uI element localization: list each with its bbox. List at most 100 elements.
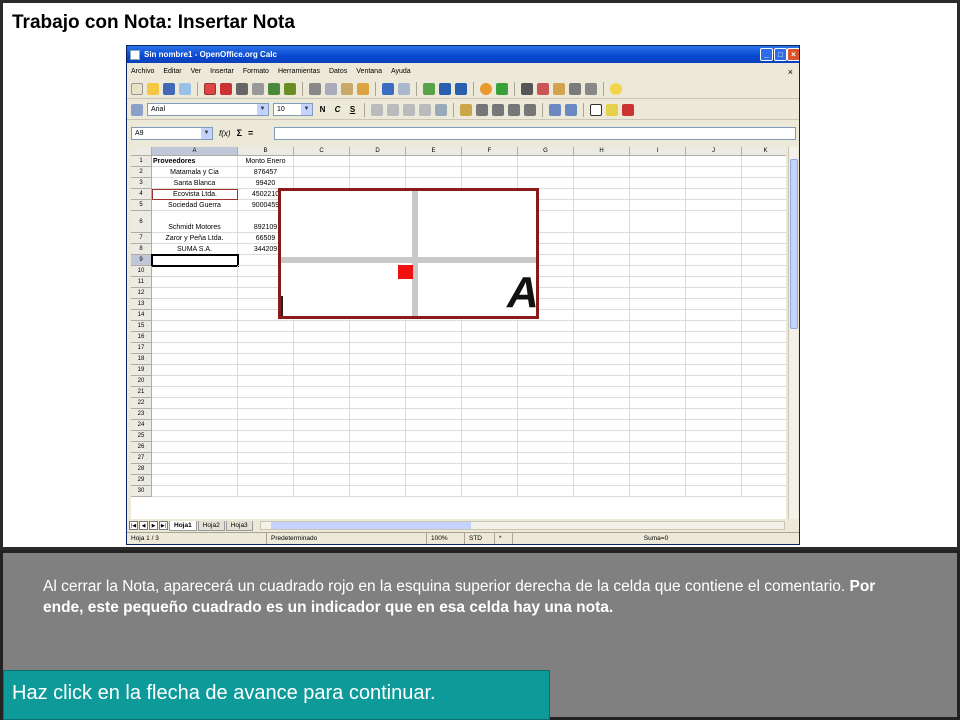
menu-ver[interactable]: Ver bbox=[191, 68, 202, 75]
status-zoom[interactable]: 100% bbox=[427, 533, 465, 544]
grid-cell[interactable] bbox=[406, 486, 462, 497]
grid-cell[interactable] bbox=[630, 211, 686, 233]
grid-cell[interactable] bbox=[462, 156, 518, 167]
paste-icon[interactable] bbox=[341, 82, 353, 95]
grid-cell[interactable] bbox=[350, 486, 406, 497]
vertical-scrollbar[interactable] bbox=[788, 147, 798, 519]
grid-cell[interactable] bbox=[152, 442, 238, 453]
row-header[interactable]: 26 bbox=[131, 442, 152, 453]
grid-cell[interactable] bbox=[630, 453, 686, 464]
grid-cell[interactable] bbox=[350, 431, 406, 442]
grid-cell[interactable] bbox=[686, 178, 742, 189]
grid-cell[interactable]: SUMA S.A. bbox=[152, 244, 238, 255]
open-folder-icon[interactable] bbox=[147, 82, 159, 95]
grid-cell[interactable] bbox=[630, 409, 686, 420]
grid-cell[interactable] bbox=[462, 453, 518, 464]
menu-formato[interactable]: Formato bbox=[243, 68, 269, 75]
grid-cell[interactable] bbox=[742, 343, 786, 354]
row-header[interactable]: 17 bbox=[131, 343, 152, 354]
cut-icon[interactable] bbox=[309, 82, 321, 95]
grid-cell[interactable] bbox=[350, 409, 406, 420]
grid-cell[interactable] bbox=[462, 376, 518, 387]
grid-cell[interactable] bbox=[686, 442, 742, 453]
row-header[interactable]: 25 bbox=[131, 431, 152, 442]
grid-cell[interactable] bbox=[742, 200, 786, 211]
grid-cell[interactable] bbox=[742, 332, 786, 343]
grid-cell[interactable] bbox=[630, 200, 686, 211]
grid-cell[interactable]: Schmidt Motores bbox=[152, 211, 238, 233]
grid-cell[interactable]: 876457 bbox=[238, 167, 294, 178]
grid-cell[interactable] bbox=[574, 200, 630, 211]
grid-cell[interactable] bbox=[574, 442, 630, 453]
grid-cell[interactable] bbox=[630, 420, 686, 431]
grid-cell[interactable] bbox=[518, 376, 574, 387]
grid-cell[interactable] bbox=[742, 376, 786, 387]
grid-cell[interactable] bbox=[742, 365, 786, 376]
grid-cell[interactable] bbox=[574, 178, 630, 189]
sort-ascending-icon[interactable] bbox=[439, 82, 451, 95]
column-header[interactable]: D bbox=[350, 147, 406, 156]
grid-cell[interactable] bbox=[462, 398, 518, 409]
grid-cell[interactable] bbox=[294, 156, 350, 167]
show-draw-icon[interactable] bbox=[496, 82, 508, 95]
currency-format-icon[interactable] bbox=[460, 103, 472, 116]
row-header[interactable]: 10 bbox=[131, 266, 152, 277]
formula-input[interactable] bbox=[274, 127, 796, 140]
grid-cell[interactable] bbox=[462, 431, 518, 442]
row-header[interactable]: 18 bbox=[131, 354, 152, 365]
email-icon[interactable] bbox=[179, 82, 191, 95]
grid-cell[interactable] bbox=[406, 376, 462, 387]
grid-cell[interactable] bbox=[518, 321, 574, 332]
grid-cell[interactable] bbox=[686, 321, 742, 332]
grid-cell[interactable] bbox=[294, 354, 350, 365]
row-header[interactable]: 13 bbox=[131, 299, 152, 310]
align-left-icon[interactable] bbox=[371, 103, 383, 116]
menu-datos[interactable]: Datos bbox=[329, 68, 347, 75]
row-header[interactable]: 2 bbox=[131, 167, 152, 178]
grid-cell[interactable] bbox=[630, 376, 686, 387]
copy-icon[interactable] bbox=[325, 82, 337, 95]
grid-cell[interactable] bbox=[294, 453, 350, 464]
grid-cell[interactable] bbox=[574, 277, 630, 288]
autospell-icon[interactable] bbox=[284, 82, 296, 95]
grid-cell[interactable] bbox=[686, 387, 742, 398]
grid-cell[interactable] bbox=[742, 387, 786, 398]
grid-cell[interactable] bbox=[406, 453, 462, 464]
grid-cell[interactable] bbox=[742, 354, 786, 365]
grid-cell[interactable] bbox=[350, 156, 406, 167]
grid-cell[interactable] bbox=[686, 189, 742, 200]
percent-format-icon[interactable] bbox=[476, 103, 488, 116]
grid-cell[interactable] bbox=[462, 343, 518, 354]
grid-cell[interactable] bbox=[462, 420, 518, 431]
grid-cell[interactable] bbox=[350, 376, 406, 387]
grid-cell[interactable] bbox=[350, 464, 406, 475]
grid-cell[interactable] bbox=[152, 464, 238, 475]
grid-cell[interactable] bbox=[518, 464, 574, 475]
grid-cell[interactable] bbox=[406, 343, 462, 354]
grid-cell[interactable] bbox=[630, 486, 686, 497]
grid-cell[interactable] bbox=[518, 431, 574, 442]
grid-cell[interactable] bbox=[238, 464, 294, 475]
row-header[interactable]: 7 bbox=[131, 233, 152, 244]
grid-cell[interactable] bbox=[630, 398, 686, 409]
grid-cell[interactable] bbox=[686, 299, 742, 310]
grid-cell[interactable] bbox=[294, 464, 350, 475]
sort-descending-icon[interactable] bbox=[455, 82, 467, 95]
grid-cell[interactable] bbox=[574, 332, 630, 343]
standard-format-icon[interactable] bbox=[492, 103, 504, 116]
format-paintbrush-icon[interactable] bbox=[357, 82, 369, 95]
grid-cell[interactable] bbox=[238, 376, 294, 387]
help-icon[interactable] bbox=[610, 82, 622, 95]
font-color-icon[interactable] bbox=[622, 103, 634, 116]
grid-cell[interactable] bbox=[574, 365, 630, 376]
maximize-icon[interactable]: □ bbox=[774, 48, 787, 61]
grid-cell[interactable] bbox=[742, 255, 786, 266]
grid-cell[interactable] bbox=[574, 387, 630, 398]
grid-cell[interactable] bbox=[294, 332, 350, 343]
grid-cell[interactable] bbox=[574, 475, 630, 486]
grid-cell[interactable] bbox=[630, 332, 686, 343]
grid-cell[interactable] bbox=[742, 277, 786, 288]
grid-cell[interactable] bbox=[518, 453, 574, 464]
grid-cell[interactable] bbox=[152, 321, 238, 332]
grid-cell[interactable] bbox=[630, 244, 686, 255]
